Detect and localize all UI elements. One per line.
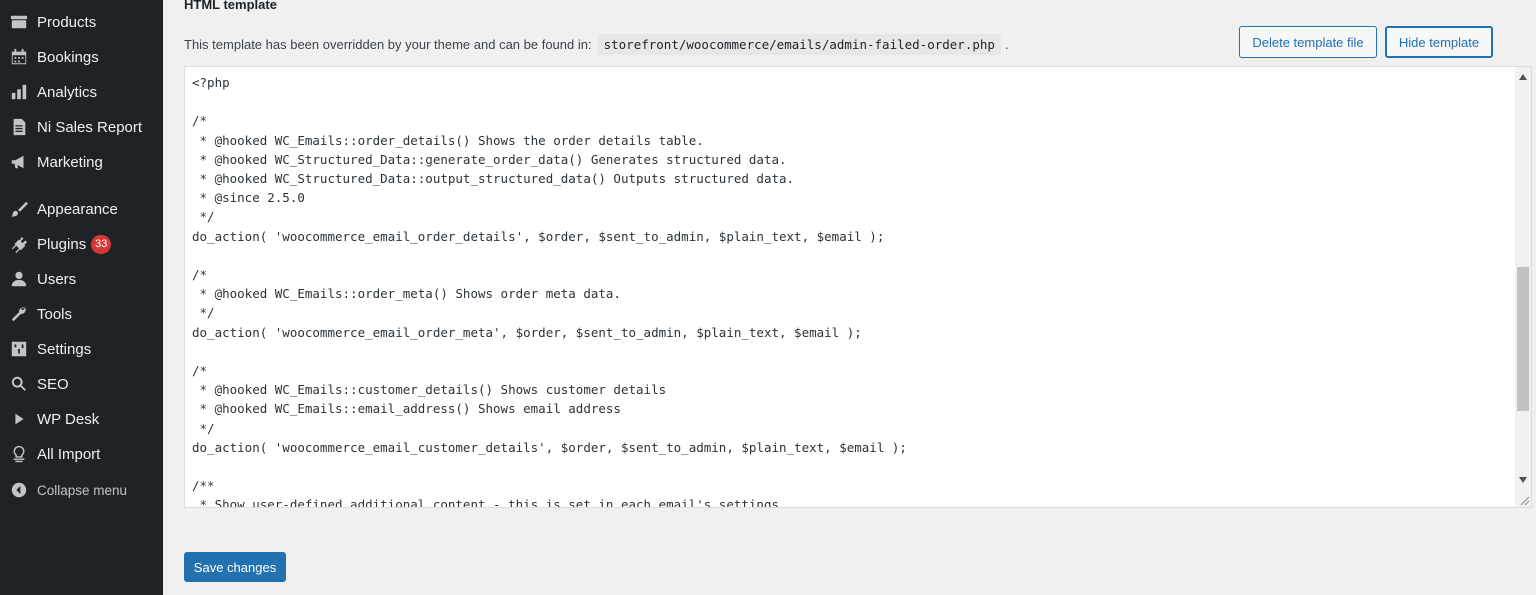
sidebar-item-marketing[interactable]: Marketing [0, 145, 163, 179]
user-icon [10, 270, 28, 288]
import-icon [10, 445, 28, 463]
save-changes-button[interactable]: Save changes [184, 552, 286, 582]
plugin-icon [10, 235, 28, 253]
products-icon [10, 13, 28, 31]
sidebar-item-appearance[interactable]: Appearance [0, 192, 163, 226]
sidebar-item-label: Marketing [37, 153, 103, 171]
sidebar-item-all-import[interactable]: All Import [0, 437, 163, 471]
notice-period: . [1004, 37, 1009, 52]
calendar-icon [10, 48, 28, 66]
admin-sidebar: Products Bookings Analytics Ni Sales Rep… [0, 0, 163, 595]
document-icon [10, 118, 28, 136]
scroll-up-arrow-icon[interactable] [1515, 69, 1531, 85]
play-icon [10, 410, 28, 428]
sidebar-item-label: WP Desk [37, 410, 100, 428]
sidebar-item-bookings[interactable]: Bookings [0, 40, 163, 74]
sidebar-item-label: Users [37, 270, 77, 288]
sidebar-item-products[interactable]: Products [0, 5, 163, 39]
sidebar-item-analytics[interactable]: Analytics [0, 75, 163, 109]
sidebar-item-label: Bookings [37, 48, 99, 66]
sidebar-item-users[interactable]: Users [0, 262, 163, 296]
scrollbar-thumb[interactable] [1517, 267, 1529, 411]
delete-template-file-button[interactable]: Delete template file [1239, 26, 1377, 58]
sidebar-item-tools[interactable]: Tools [0, 297, 163, 331]
collapse-arrow-icon [10, 481, 28, 499]
sidebar-item-label: Ni Sales Report [37, 118, 143, 136]
sidebar-item-label: Products [37, 13, 97, 31]
sidebar-item-label: Tools [37, 305, 73, 323]
main-content: HTML template This template has been ove… [163, 0, 1536, 595]
collapse-menu-button[interactable]: Collapse menu [0, 473, 163, 507]
collapse-menu-label: Collapse menu [37, 482, 128, 498]
resize-handle-icon[interactable] [1515, 491, 1531, 507]
hide-template-button[interactable]: Hide template [1385, 26, 1493, 58]
wrench-icon [10, 305, 28, 323]
template-override-notice: This template has been overridden by you… [184, 34, 1009, 55]
sidebar-item-label: Analytics [37, 83, 98, 101]
sidebar-item-label: Settings [37, 340, 92, 358]
plugins-update-badge: 33 [91, 234, 112, 254]
scroll-down-arrow-icon[interactable] [1515, 472, 1531, 488]
template-code[interactable]: <?php /* * @hooked WC_Emails::order_deta… [192, 73, 907, 507]
editor-scrollbar[interactable] [1515, 67, 1531, 507]
sidebar-item-label: SEO [37, 375, 69, 393]
sidebar-item-label: Appearance [37, 200, 118, 218]
sidebar-item-label: All Import [37, 445, 101, 463]
paintbrush-icon [10, 200, 28, 218]
sidebar-item-wp-desk[interactable]: WP Desk [0, 402, 163, 436]
section-heading: HTML template [184, 0, 277, 12]
sidebar-item-plugins[interactable]: Plugins 33 [0, 227, 163, 261]
sidebar-item-ni-sales-report[interactable]: Ni Sales Report [0, 110, 163, 144]
search-icon [10, 375, 28, 393]
settings-icon [10, 340, 28, 358]
sidebar-item-settings[interactable]: Settings [0, 332, 163, 366]
template-path: storefront/woocommerce/emails/admin-fail… [597, 34, 1001, 55]
sidebar-item-label: Plugins [37, 235, 87, 253]
sidebar-item-seo[interactable]: SEO [0, 367, 163, 401]
bar-chart-icon [10, 83, 28, 101]
template-code-editor[interactable]: <?php /* * @hooked WC_Emails::order_deta… [184, 66, 1532, 508]
megaphone-icon [10, 153, 28, 171]
notice-text: This template has been overridden by you… [184, 37, 592, 52]
